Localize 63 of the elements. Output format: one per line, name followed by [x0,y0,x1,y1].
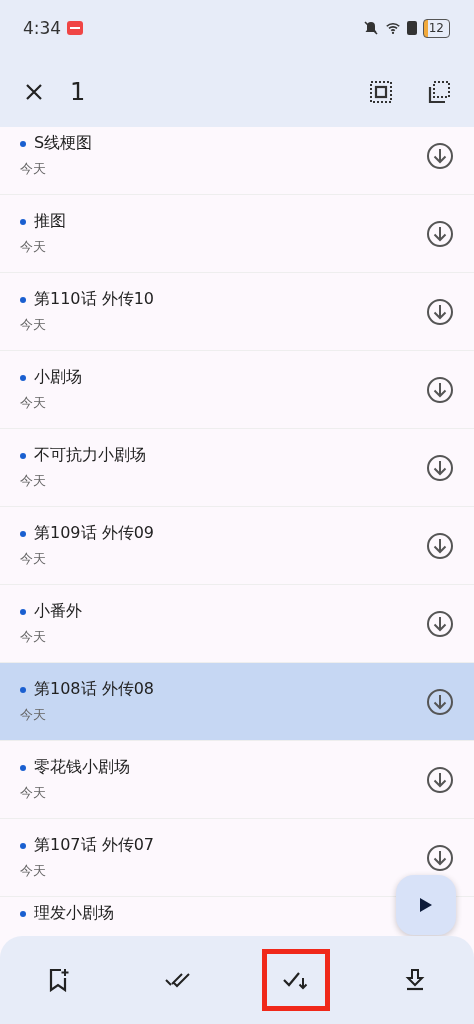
download-icon[interactable] [426,141,454,170]
chapter-row[interactable]: S线梗图 今天 [0,127,474,195]
chapter-title: 第109话 外传09 [34,523,154,544]
chapter-row[interactable]: 零花钱小剧场 今天 [0,741,474,819]
chapter-title: 零花钱小剧场 [34,757,130,778]
download-icon[interactable] [426,687,454,716]
chapter-row[interactable]: 第108话 外传08 今天 [0,663,474,741]
play-button[interactable] [396,875,456,935]
unread-dot-icon [20,842,26,849]
download-icon[interactable] [426,453,454,482]
download-icon[interactable] [426,765,454,794]
chapter-title: 小剧场 [34,367,82,388]
download-icon[interactable] [426,609,454,638]
chapter-title: 推图 [34,211,66,232]
download-icon[interactable] [426,375,454,404]
status-time: 4:34 [23,18,62,38]
chapter-date: 今天 [20,394,47,412]
chapter-date: 今天 [20,316,47,334]
chapter-title: 小番外 [34,601,82,622]
mute-icon [362,20,379,36]
unread-dot-icon [20,452,26,459]
chapter-row[interactable]: 理发小剧场 [0,897,474,936]
chapter-row[interactable]: 第109话 外传09 今天 [0,507,474,585]
chapter-row[interactable]: 推图 今天 [0,195,474,273]
chapter-row[interactable]: 小剧场 今天 [0,351,474,429]
chapter-date: 今天 [20,472,47,490]
unread-dot-icon [20,608,26,615]
battery-indicator: 12 [422,18,450,38]
unread-dot-icon [20,530,26,537]
play-icon [419,897,433,913]
download-icon[interactable] [426,219,454,248]
chapter-date: 今天 [20,706,47,724]
sim-icon [406,21,417,35]
invert-selection-icon[interactable] [428,80,450,103]
download-icon[interactable] [426,297,454,326]
download-icon[interactable] [426,843,454,872]
chapter-date: 今天 [20,550,47,568]
chapter-date: 今天 [20,784,47,802]
select-all-icon[interactable] [370,80,392,103]
chapter-row[interactable]: 不可抗力小剧场 今天 [0,429,474,507]
chapter-date: 今天 [20,862,47,880]
wifi-icon [384,20,401,36]
unread-dot-icon [20,296,26,303]
chapter-title: 第110话 外传10 [34,289,154,310]
chapter-title: S线梗图 [34,133,93,154]
unread-dot-icon [20,218,26,225]
chapter-title: 第107话 外传07 [34,835,154,856]
chapter-row[interactable]: 第110话 外传10 今天 [0,273,474,351]
unread-dot-icon [20,374,26,381]
unread-dot-icon [20,686,26,693]
chapter-date: 今天 [20,160,47,178]
selected-count: 1 [70,77,86,106]
unread-dot-icon [20,910,26,917]
chapter-title: 理发小剧场 [34,903,114,924]
close-icon[interactable] [24,81,44,102]
download-icon[interactable] [426,531,454,560]
unread-dot-icon [20,140,26,147]
chapter-title: 不可抗力小剧场 [34,445,146,466]
chapter-date: 今天 [20,238,47,256]
chapter-date: 今天 [20,628,47,646]
unread-dot-icon [20,764,26,771]
chapter-title: 第108话 外传08 [34,679,154,700]
notification-icon [67,21,84,35]
